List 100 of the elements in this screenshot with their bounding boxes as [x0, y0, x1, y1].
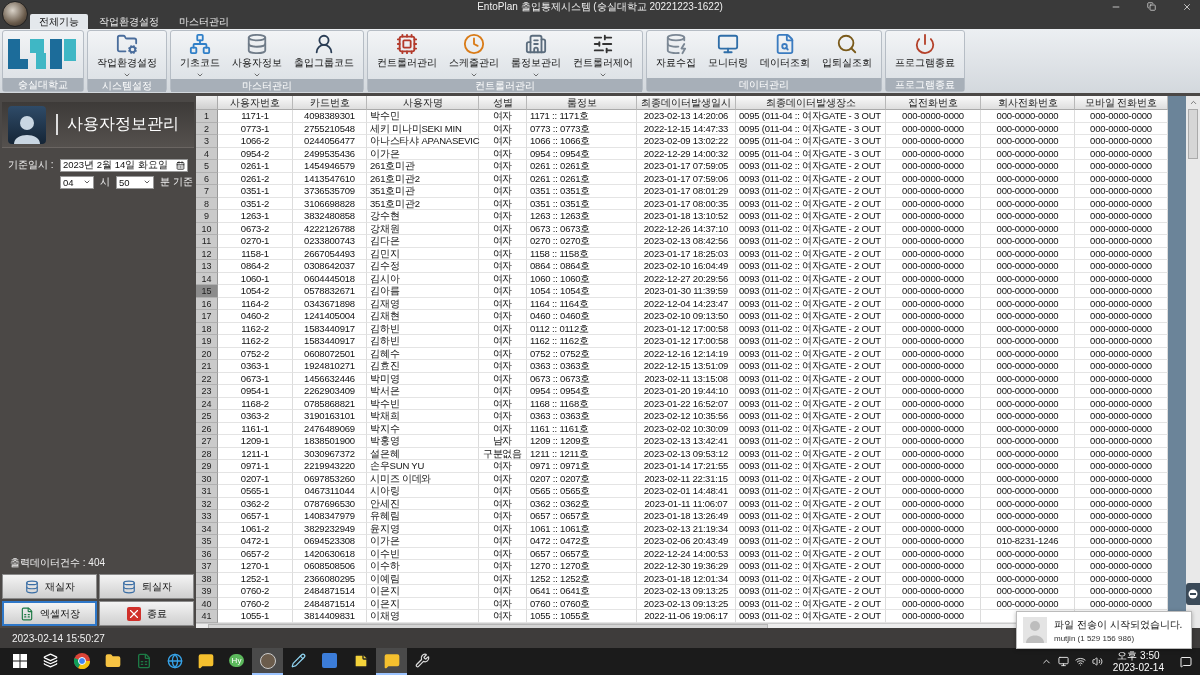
- table-cell: 1583440917: [293, 335, 367, 348]
- restore-icon[interactable]: [1147, 2, 1156, 11]
- table-cell: 1168 :: 1168호: [527, 397, 637, 410]
- row-header[interactable]: 31: [196, 485, 218, 498]
- table-cell: 2023-01-12 17:00:58: [637, 322, 736, 335]
- ribbon-button[interactable]: 입퇴실조회: [816, 33, 878, 70]
- row-header[interactable]: 1: [196, 110, 218, 123]
- table-cell: 0641 :: 0641호: [527, 585, 637, 598]
- row-header[interactable]: 7: [196, 185, 218, 198]
- ribbon-button[interactable]: 출입그룹코드: [288, 33, 360, 70]
- row-header[interactable]: 19: [196, 335, 218, 348]
- vertical-scrollbar[interactable]: [1186, 96, 1200, 628]
- panel-button[interactable]: 종료: [99, 601, 194, 626]
- hour-select[interactable]: 04: [60, 175, 94, 189]
- date-picker[interactable]: 2023년 2월 14일 화요일: [60, 158, 188, 172]
- column-header[interactable]: 회사전화번호: [981, 96, 1075, 110]
- row-header[interactable]: 23: [196, 385, 218, 398]
- table-cell: 000-0000-0000: [981, 272, 1075, 285]
- monitor-icon[interactable]: [1057, 656, 1069, 667]
- column-header[interactable]: 최종데이터발생일시: [637, 96, 736, 110]
- row-header[interactable]: 39: [196, 585, 218, 598]
- ribbon-button[interactable]: 스케줄관리: [443, 33, 505, 79]
- table-cell: 0093 (011-02 :: 여자GATE - 2 OUT: [736, 435, 886, 448]
- table-cell: 여자: [479, 172, 527, 185]
- chat-icon: [383, 652, 400, 669]
- ribbon-tab[interactable]: 작업환경설정: [90, 14, 168, 29]
- remote-icon[interactable]: [1186, 583, 1200, 605]
- row-header[interactable]: 13: [196, 260, 218, 273]
- start-icon: [12, 653, 27, 668]
- table-cell: 2023-02-02 10:30:09: [637, 422, 736, 435]
- row-header[interactable]: 37: [196, 560, 218, 573]
- column-header[interactable]: 모바일 전화번호: [1075, 96, 1168, 110]
- ribbon-button[interactable]: 작업환경설정: [91, 33, 163, 79]
- ribbon-button[interactable]: 컨트롤러제어: [567, 33, 639, 79]
- row-header[interactable]: 41: [196, 610, 218, 623]
- table-cell: 여자: [479, 472, 527, 485]
- table-cell: 김아름: [367, 285, 479, 298]
- table-cell: 0760-2: [218, 585, 293, 598]
- scroll-thumb[interactable]: [1188, 109, 1198, 159]
- ribbon-button[interactable]: 컨트롤러관리: [371, 33, 443, 70]
- row-header[interactable]: 25: [196, 410, 218, 423]
- row-header[interactable]: 33: [196, 510, 218, 523]
- column-header[interactable]: 최종데이터발생장소: [736, 96, 886, 110]
- table-cell: 0093 (011-02 :: 여자GATE - 2 OUT: [736, 397, 886, 410]
- table-cell: 0093 (011-02 :: 여자GATE - 2 OUT: [736, 372, 886, 385]
- table-cell: 0608072501: [293, 347, 367, 360]
- table-cell: 0954-1: [218, 385, 293, 398]
- column-header[interactable]: 성별: [479, 96, 527, 110]
- row-header[interactable]: 27: [196, 435, 218, 448]
- row-header[interactable]: 5: [196, 160, 218, 173]
- scroll-up-icon[interactable]: [1188, 98, 1198, 107]
- ribbon-button[interactable]: 자료수집: [650, 33, 702, 70]
- table-cell: 박수빈: [367, 397, 479, 410]
- table-cell: 000-0000-0000: [981, 585, 1075, 598]
- table-cell: 2023-02-13 09:13:25: [637, 585, 736, 598]
- table-cell: 2022-12-29 14:00:32: [637, 147, 736, 160]
- panel-button[interactable]: 재실자: [2, 574, 97, 599]
- panel-button[interactable]: 엑셀저장: [2, 601, 97, 626]
- row-header[interactable]: 3: [196, 135, 218, 148]
- wifi-icon[interactable]: [1074, 656, 1086, 667]
- table-cell: 1838501900: [293, 435, 367, 448]
- ribbon-button[interactable]: 프로그램종료: [889, 33, 961, 70]
- volume-icon[interactable]: [1091, 656, 1103, 667]
- column-header[interactable]: 룸정보: [527, 96, 637, 110]
- notification-center-icon[interactable]: [1180, 655, 1192, 668]
- row-header[interactable]: 11: [196, 235, 218, 248]
- close-icon[interactable]: [1182, 1, 1192, 12]
- table-cell: 2023-01-17 07:59:06: [637, 172, 736, 185]
- row-header[interactable]: 9: [196, 210, 218, 223]
- row-header[interactable]: 15: [196, 285, 218, 298]
- row-header[interactable]: 17: [196, 310, 218, 323]
- column-header[interactable]: 집전화번호: [886, 96, 981, 110]
- table-cell: 000-0000-0000: [981, 422, 1075, 435]
- row-header[interactable]: 29: [196, 460, 218, 473]
- table-cell: 1252-1: [218, 572, 293, 585]
- row-header[interactable]: 21: [196, 360, 218, 373]
- ribbon-button[interactable]: 데이터조회: [754, 33, 816, 70]
- ribbon-button[interactable]: 모니터링: [702, 33, 754, 70]
- column-header[interactable]: 카드번호: [293, 96, 367, 110]
- ribbon-button[interactable]: 룸정보관리: [505, 33, 567, 79]
- chip-icon: [396, 33, 418, 55]
- minute-select[interactable]: 50: [116, 175, 154, 189]
- taskbar-clock[interactable]: 오후 3:50 2023-02-14: [1112, 649, 1164, 674]
- panel-button[interactable]: 퇴실자: [99, 574, 194, 599]
- ribbon-tab[interactable]: 전체기능: [30, 14, 88, 29]
- table-cell: 0565-1: [218, 485, 293, 498]
- table-cell: 000-0000-0000: [886, 210, 981, 223]
- caret-icon: [470, 71, 478, 79]
- table-cell: 0363 :: 0363호: [527, 410, 637, 423]
- ribbon-button[interactable]: 기초코드: [174, 33, 226, 79]
- ribbon-tab[interactable]: 마스터관리: [170, 14, 238, 29]
- table-cell: 여자: [479, 460, 527, 473]
- column-header[interactable]: 사용자번호: [218, 96, 293, 110]
- table-cell: 이가은: [367, 147, 479, 160]
- group-label: 숭실대학교: [3, 78, 83, 91]
- ribbon-button[interactable]: 사용자정보: [226, 33, 288, 79]
- folder-icon: [104, 652, 121, 669]
- column-header[interactable]: 사용자명: [367, 96, 479, 110]
- table-cell: 0093 (011-02 :: 여자GATE - 2 OUT: [736, 485, 886, 498]
- row-header[interactable]: 35: [196, 535, 218, 548]
